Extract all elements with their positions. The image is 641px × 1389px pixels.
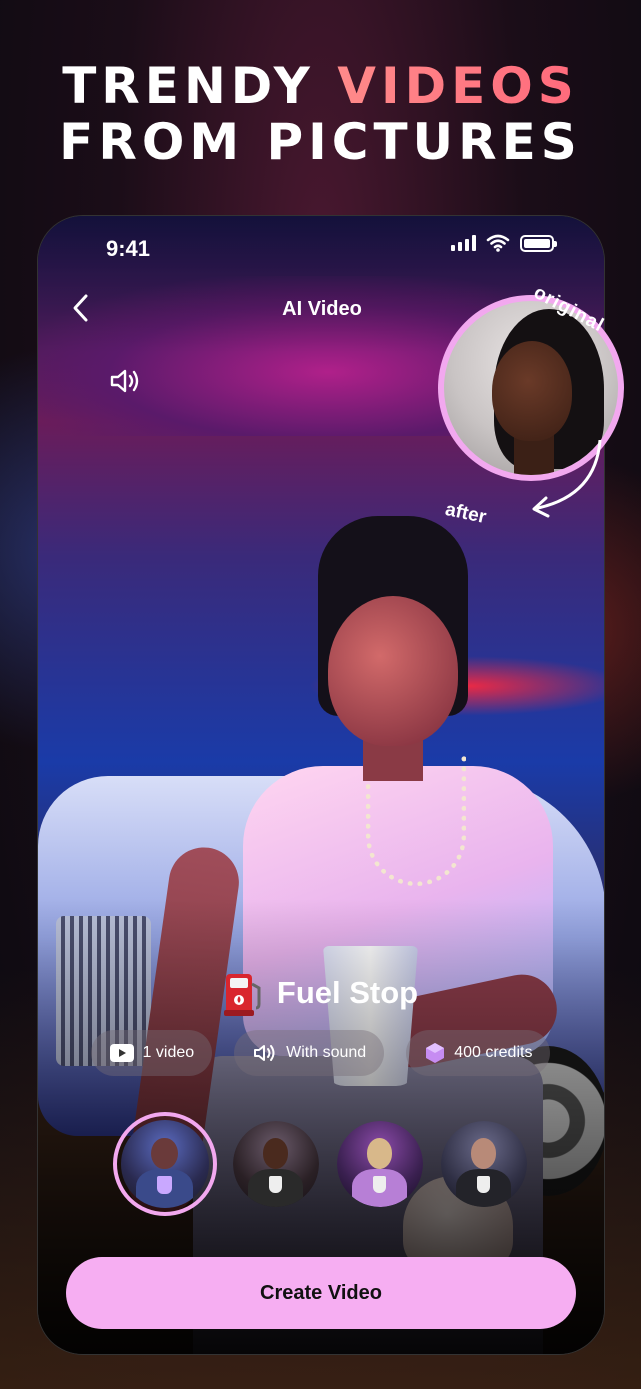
- preset-thumbnail-3[interactable]: [335, 1119, 425, 1209]
- fuel-pump-icon: [223, 974, 261, 1016]
- gem-icon: [424, 1042, 446, 1064]
- battery-icon: [520, 234, 557, 252]
- chip-video-count: 1 video: [90, 1030, 213, 1076]
- headline-line-2: FROM PICTURES: [59, 113, 582, 171]
- effect-title: Fuel Stop: [0, 970, 641, 1016]
- effect-presets: [0, 1112, 641, 1216]
- preset-thumbnail-2[interactable]: [231, 1119, 321, 1209]
- status-time: 9:41: [106, 236, 151, 261]
- chip-sound: With sound: [234, 1030, 385, 1076]
- headline-word-trendy: TRENDY: [62, 57, 338, 115]
- headline-line-1: TRENDY VIDEOS: [0, 58, 641, 114]
- chip-credits-label: 400 credits: [454, 1044, 533, 1061]
- curved-arrow-icon: [532, 440, 602, 518]
- effect-name: Fuel Stop: [276, 975, 419, 1010]
- wifi-icon: [486, 234, 510, 252]
- preset-thumbnail-4[interactable]: [439, 1119, 529, 1209]
- chip-video-count-label: 1 video: [142, 1044, 195, 1061]
- effect-info-chips: 1 video With sound 400 credits: [0, 1030, 641, 1076]
- chip-sound-label: With sound: [286, 1044, 367, 1061]
- speaker-icon: [252, 1042, 278, 1064]
- headline: TRENDY VIDEOS FROM PICTURES: [0, 58, 641, 170]
- status-icons: [451, 234, 557, 252]
- headline-word-videos: VIDEOS: [337, 57, 579, 115]
- video-play-icon: [109, 1043, 135, 1063]
- chip-credits: 400 credits: [406, 1030, 551, 1076]
- cellular-signal-icon: [451, 235, 476, 251]
- speaker-icon[interactable]: [108, 366, 142, 396]
- create-video-button[interactable]: Create Video: [66, 1257, 576, 1329]
- preset-thumbnail-1[interactable]: [112, 1112, 217, 1216]
